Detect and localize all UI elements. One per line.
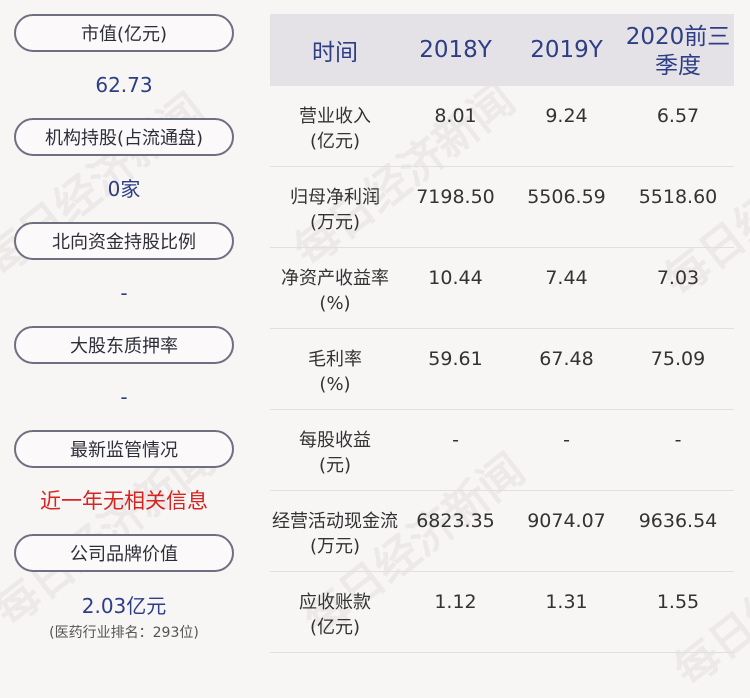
row-label: 营业收入 (亿元): [299, 106, 371, 152]
row-label: 经营活动现金流 (万元): [272, 511, 398, 557]
financial-table: 时间 2018Y 2019Y 2020前三季度 营业收入 (亿元) 8.01 9.…: [270, 14, 734, 653]
cell: 59.61: [428, 348, 483, 370]
market-cap-value: 62.73: [95, 73, 153, 97]
northbound-ratio-label: 北向资金持股比例: [14, 222, 234, 260]
table-row: 经营活动现金流 (万元) 6823.35 9074.07 9636.54: [270, 491, 734, 572]
cell: 75.09: [650, 348, 706, 370]
cell: 7.44: [545, 267, 588, 289]
table-row: 归母净利润 (万元) 7198.50 5506.59 5518.60: [270, 167, 734, 248]
header-2019: 2019Y: [530, 37, 603, 63]
cell: 9636.54: [638, 510, 718, 532]
table-row: 毛利率 (%) 59.61 67.48 75.09: [270, 329, 734, 410]
brand-value: 2.03亿元: [81, 594, 167, 618]
table-row: 每股收益 (元) - - -: [270, 410, 734, 491]
brand-value-label: 公司品牌价值: [14, 534, 234, 572]
cell: 10.44: [428, 267, 483, 289]
cell: 6.57: [656, 105, 700, 127]
cell: 1.12: [434, 591, 477, 613]
row-label: 归母净利润 (万元): [290, 187, 380, 233]
cell: -: [452, 429, 459, 451]
institution-holding-value: 0家: [107, 177, 141, 201]
table-header: 时间 2018Y 2019Y 2020前三季度: [270, 14, 734, 86]
cell: 5506.59: [527, 186, 606, 208]
table-row: 应收账款 (亿元) 1.12 1.31 1.55: [270, 572, 734, 653]
cell: 5518.60: [638, 186, 718, 208]
cell: -: [674, 429, 682, 451]
pledge-ratio-label: 大股东质押率: [14, 326, 234, 364]
cell: 7.03: [656, 267, 700, 289]
cell: 1.55: [656, 591, 700, 613]
table-row: 净资产收益率 (%) 10.44 7.44 7.03: [270, 248, 734, 329]
cell: 9.24: [545, 105, 588, 127]
cell: 7198.50: [416, 186, 495, 208]
row-label: 毛利率 (%): [308, 349, 362, 395]
institution-holding-label: 机构持股(占流通盘): [14, 118, 234, 156]
cell: 67.48: [539, 348, 594, 370]
header-time: 时间: [312, 40, 358, 66]
cell: 6823.35: [416, 510, 495, 532]
regulatory-status-value: 近一年无相关信息: [40, 489, 208, 513]
regulatory-status-label: 最新监管情况: [14, 430, 234, 468]
summary-panel: 市值(亿元) 62.73 机构持股(占流通盘) 0家 北向资金持股比例 - 大股…: [14, 14, 236, 642]
table-row: 营业收入 (亿元) 8.01 9.24 6.57: [270, 86, 734, 167]
cell: 9074.07: [527, 510, 606, 532]
cell: 1.31: [545, 591, 588, 613]
row-label: 净资产收益率 (%): [281, 268, 389, 314]
row-label: 每股收益 (元): [299, 430, 371, 476]
pledge-ratio-value: -: [120, 385, 128, 409]
header-2018: 2018Y: [419, 37, 492, 63]
header-2020: 2020前三季度: [625, 24, 731, 79]
row-label: 应收账款 (亿元): [299, 592, 371, 638]
cell: -: [563, 429, 570, 451]
brand-value-block: 2.03亿元 (医药行业排名：293位): [14, 572, 234, 642]
northbound-ratio-value: -: [120, 281, 128, 305]
cell: 8.01: [434, 105, 477, 127]
market-cap-label: 市值(亿元): [14, 14, 234, 52]
brand-rank: (医药行业排名：293位): [49, 625, 199, 641]
